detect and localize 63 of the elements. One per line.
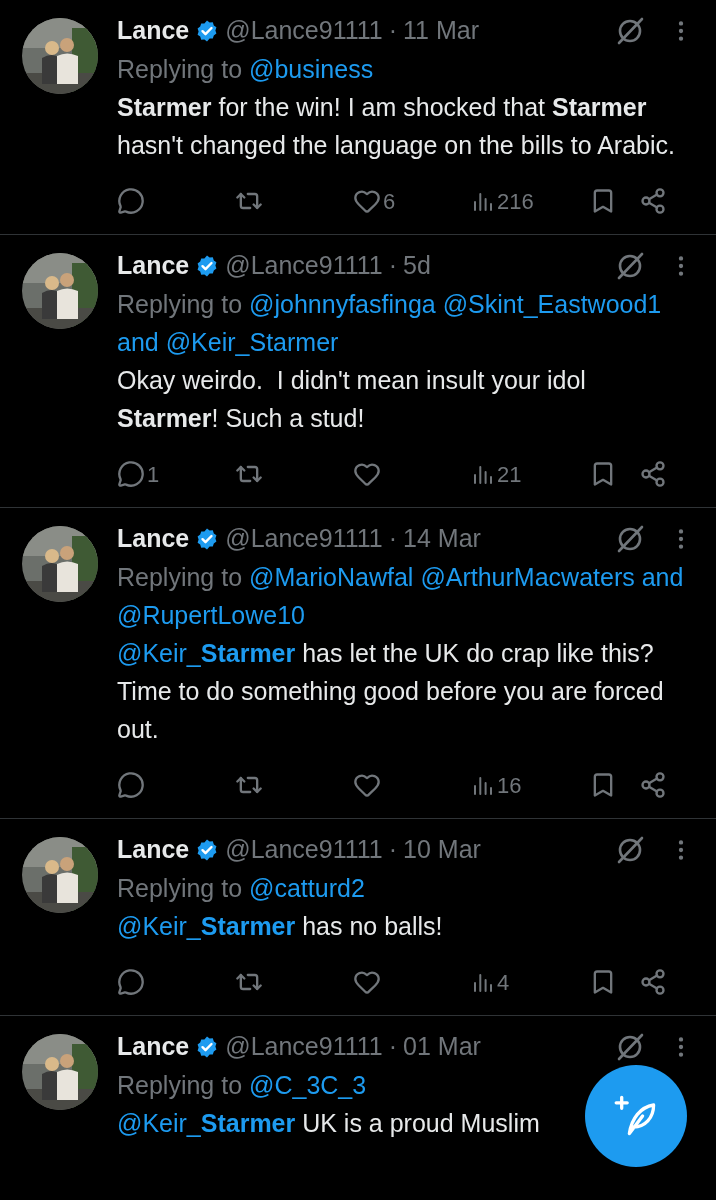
post-text: Starmer for the win! I am shocked that Starmer hasn't changed the language on the bills to Arabic.: [117, 92, 676, 161]
author-handle: @Lance91111: [225, 1031, 383, 1063]
mention-link[interactable]: @Keir_Starmer: [117, 912, 296, 940]
share-icon: [639, 187, 667, 215]
author-name[interactable]: Lance: [117, 831, 190, 869]
mention-link[interactable]: @ArthurMacwaters: [420, 558, 635, 596]
mention-link[interactable]: @Keir_Starmer: [117, 639, 296, 667]
post-text: @Keir_Starmer has let the UK do crap like this? Time to do something good before you are forced out.: [117, 638, 665, 745]
like-button[interactable]: 6: [353, 184, 471, 218]
author-handle: @Lance91111: [225, 250, 383, 282]
reply-icon: [117, 187, 145, 215]
views-button[interactable]: 4: [471, 965, 589, 999]
separator-dot: ·: [388, 834, 398, 866]
post-date: 10 Mar: [403, 834, 481, 866]
mention-link[interactable]: @johnnyfasfinga: [249, 285, 436, 323]
mention-link[interactable]: @Skint_Eastwood1: [442, 285, 662, 323]
reply-icon: [117, 771, 145, 799]
views-button[interactable]: 216: [471, 184, 589, 218]
reply-button[interactable]: 1: [117, 457, 235, 491]
separator-dot: ·: [388, 15, 398, 47]
replying-label: Replying to: [117, 873, 243, 904]
author-name[interactable]: Lance: [117, 247, 190, 285]
author-handle: @Lance91111: [225, 15, 383, 47]
share-icon: [639, 968, 667, 996]
post-date: 5d: [403, 250, 431, 282]
post-text: @Keir_Starmer UK is a proud Muslim: [117, 1108, 541, 1139]
separator-dot: ·: [388, 250, 398, 282]
mention-link[interactable]: @Keir_Starmer: [117, 1109, 296, 1137]
reply-icon: [117, 460, 145, 488]
author-handle: @Lance91111: [225, 523, 383, 555]
replying-label: Replying to: [117, 289, 243, 320]
mention-link[interactable]: @catturd2: [249, 869, 365, 907]
post-date: 11 Mar: [403, 15, 479, 47]
replying-label: Replying to: [117, 562, 243, 593]
author-name[interactable]: Lance: [117, 1028, 190, 1066]
conjunction-text: and: [641, 562, 684, 593]
post-date: 01 Mar: [403, 1031, 481, 1063]
views-button[interactable]: 16: [471, 768, 589, 802]
share-icon: [639, 460, 667, 488]
author-handle: @Lance91111: [225, 834, 383, 866]
like-icon: [353, 460, 381, 488]
post-date: 14 Mar: [403, 523, 481, 555]
like-icon: [353, 968, 381, 996]
compose-feather-icon: [614, 1094, 658, 1138]
conjunction-text: and: [117, 327, 159, 358]
mention-link[interactable]: @Keir_Starmer: [165, 323, 339, 361]
replying-label: Replying to: [117, 54, 243, 85]
separator-dot: ·: [388, 1031, 398, 1063]
separator-dot: ·: [388, 523, 398, 555]
views-button[interactable]: 21: [471, 457, 589, 491]
replying-label: Replying to: [117, 1070, 243, 1101]
post-text: @Keir_Starmer has no balls!: [117, 911, 444, 942]
author-name[interactable]: Lance: [117, 520, 190, 558]
share-icon: [639, 771, 667, 799]
post-text: Okay weirdo. I didn't mean insult your idol Starmer! Such a stud!: [117, 365, 587, 434]
like-icon: [353, 187, 381, 215]
reply-icon: [117, 968, 145, 996]
mention-link[interactable]: @RupertLowe10: [117, 596, 305, 634]
mention-link[interactable]: @MarioNawfal: [249, 558, 414, 596]
like-icon: [353, 771, 381, 799]
mention-link[interactable]: @C_3C_3: [249, 1066, 367, 1104]
mention-link[interactable]: @business: [249, 50, 374, 88]
author-name[interactable]: Lance: [117, 12, 190, 50]
